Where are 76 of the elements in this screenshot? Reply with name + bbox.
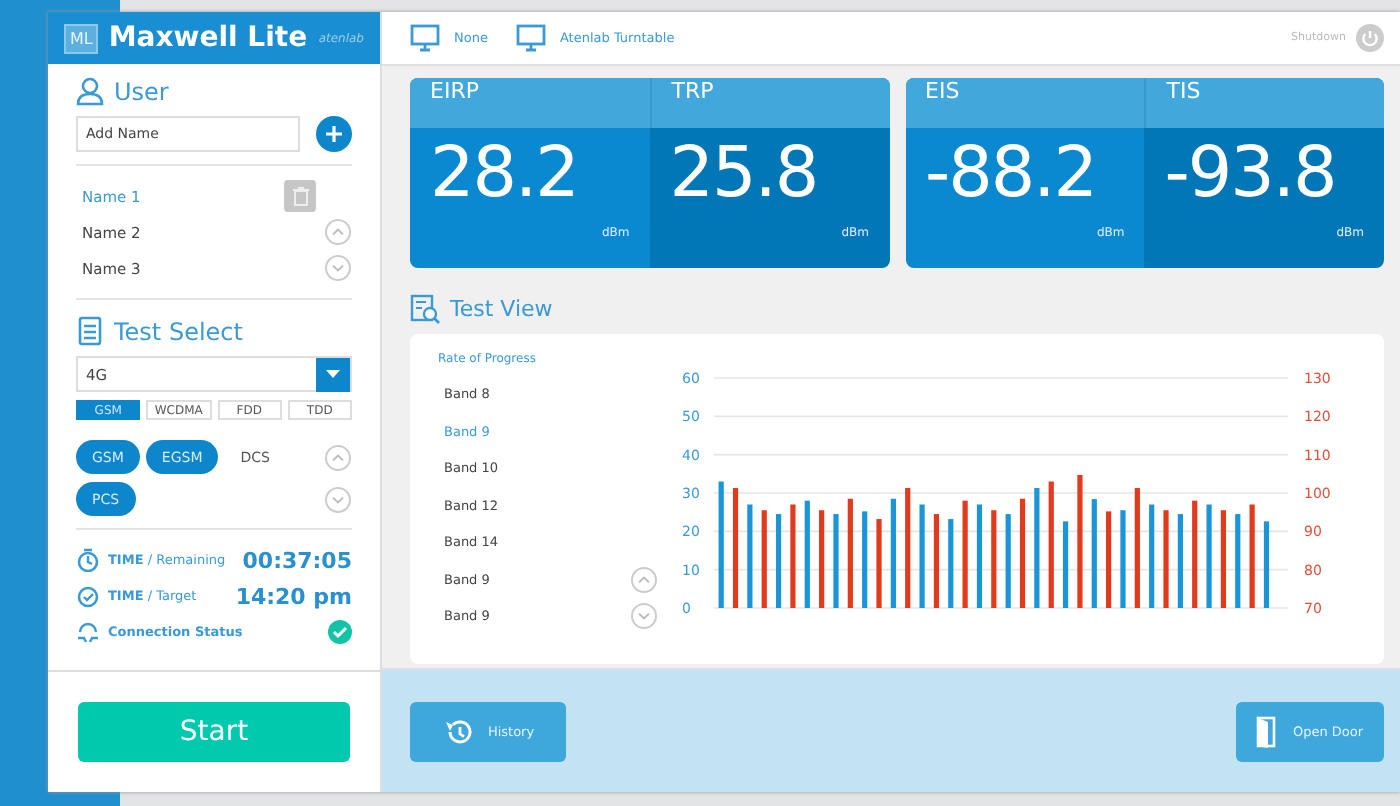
chart-bar xyxy=(1249,504,1255,608)
chart-bar xyxy=(1120,510,1126,608)
chart-bar xyxy=(862,511,868,608)
chart-bar xyxy=(1034,488,1040,608)
chart-bar xyxy=(962,500,968,608)
metric-label: EIS xyxy=(905,78,1145,128)
section-title: Test View xyxy=(450,296,553,322)
chart-bar xyxy=(732,488,739,608)
search-document-icon xyxy=(410,294,440,324)
chart-bar xyxy=(790,504,796,608)
chart-bar xyxy=(1063,521,1069,608)
chart-bar xyxy=(761,510,767,608)
chart-bar xyxy=(1149,504,1155,608)
chart-bar xyxy=(890,498,896,608)
chart-bar xyxy=(1163,510,1169,608)
monitor-icon xyxy=(515,24,546,52)
metric-value: 28.2 xyxy=(428,132,580,214)
chart-bar xyxy=(1134,488,1140,608)
metric-label: EIRP xyxy=(410,78,650,128)
chart-bar xyxy=(1235,514,1241,608)
metric-label: TRP xyxy=(649,78,889,128)
chart-bar xyxy=(804,500,810,608)
door-icon xyxy=(1256,715,1277,747)
chart-bar xyxy=(933,514,940,608)
metric-value: -93.8 xyxy=(1162,132,1338,214)
chart-bar xyxy=(747,504,753,608)
chart-bar xyxy=(1005,514,1011,608)
chart-bar xyxy=(833,514,839,608)
chart-bar xyxy=(1263,521,1270,608)
chart-bar xyxy=(976,504,983,608)
checklist-icon xyxy=(76,316,104,346)
chart-bar xyxy=(847,498,853,608)
scroll-down-icon[interactable] xyxy=(630,602,658,631)
trash-icon xyxy=(291,186,309,206)
scroll-up-icon[interactable] xyxy=(324,444,352,472)
caret-icon xyxy=(326,370,340,378)
plus-icon xyxy=(324,124,344,144)
chart-bar xyxy=(1206,504,1212,608)
section-title: User xyxy=(114,77,169,105)
chart-bar xyxy=(919,504,925,608)
chart-bar xyxy=(1019,498,1026,608)
chart-bar xyxy=(948,519,954,608)
add-button[interactable] xyxy=(316,116,352,152)
scroll-up-icon[interactable] xyxy=(324,218,352,246)
chart-bar xyxy=(1091,499,1097,608)
clock-icon xyxy=(76,584,100,608)
metric-value: 25.8 xyxy=(667,132,820,214)
chart-bar xyxy=(1048,481,1054,608)
chart-bar xyxy=(776,514,782,608)
chart-bar xyxy=(718,481,724,608)
history-icon xyxy=(441,716,472,746)
chart-bar xyxy=(819,510,825,608)
scroll-up-icon[interactable] xyxy=(630,565,658,594)
chart-bar xyxy=(1106,511,1112,608)
chart-bar xyxy=(1192,500,1198,608)
time-value: 14:20 pm xyxy=(235,583,352,609)
user-icon xyxy=(76,76,104,106)
section-title: Test Select xyxy=(114,317,243,345)
scroll-down-icon[interactable] xyxy=(324,254,352,282)
connection-icon xyxy=(76,620,100,644)
delete-button[interactable] xyxy=(284,180,316,212)
logo-badge: ML xyxy=(64,23,99,53)
chart-bar xyxy=(1177,514,1183,608)
chart-bar xyxy=(991,510,997,608)
scroll-down-icon[interactable] xyxy=(324,486,352,514)
metric-label: TIS xyxy=(1144,78,1384,128)
time-value: 00:37:05 xyxy=(242,547,352,573)
app-title: Maxwell Lite xyxy=(108,22,309,54)
chart-bar xyxy=(905,488,911,608)
chart-bar xyxy=(876,519,882,608)
metric-value: -88.2 xyxy=(923,132,1099,214)
power-icon xyxy=(1356,24,1384,52)
chart-bar xyxy=(1077,475,1083,608)
timer-icon xyxy=(76,548,100,572)
chart-bar xyxy=(1220,510,1227,608)
monitor-icon xyxy=(410,24,440,52)
